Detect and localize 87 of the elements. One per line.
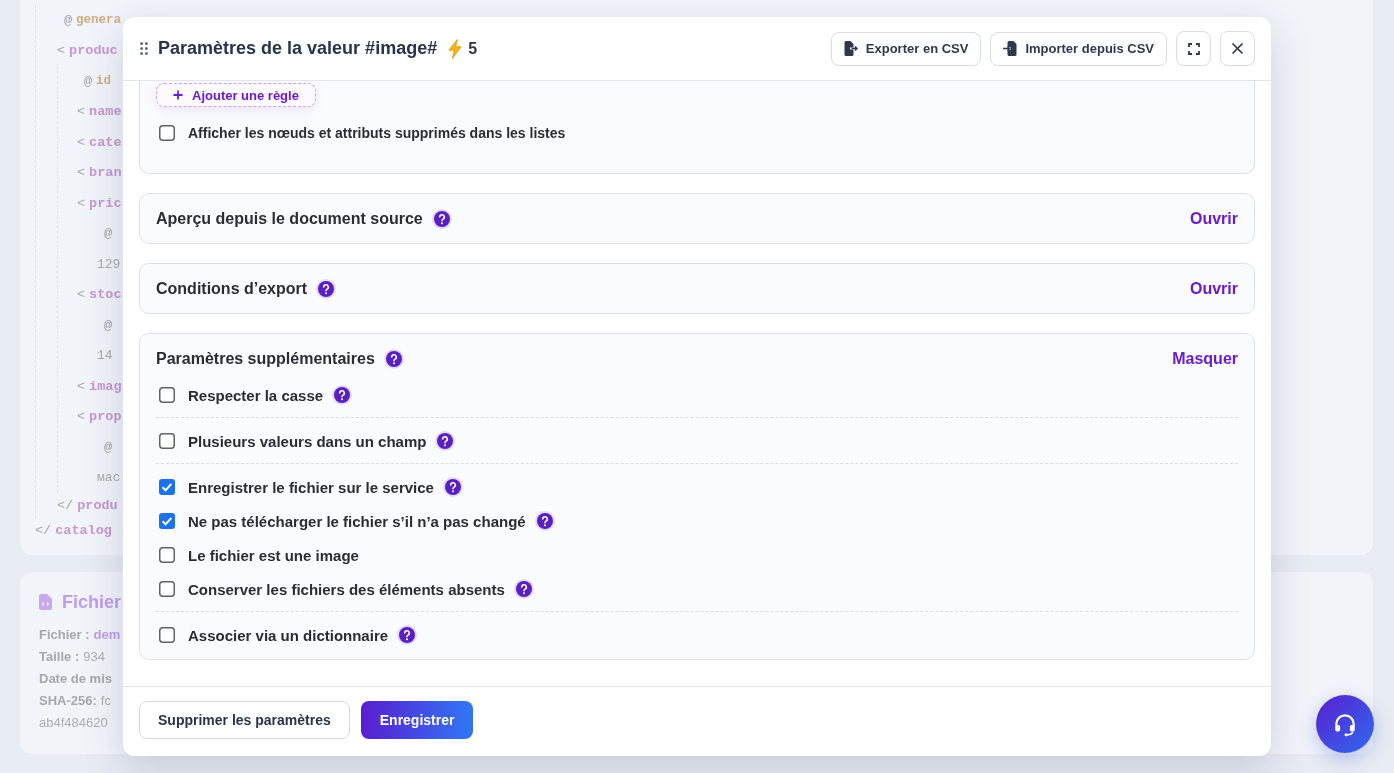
help-icon[interactable] (397, 625, 418, 645)
import-csv-button[interactable]: Importer depuis CSV (990, 31, 1167, 66)
help-icon[interactable] (435, 431, 456, 451)
attribute-name: id (96, 74, 112, 89)
closing-tag-bracket: </ (57, 498, 74, 513)
node-value: мас (97, 470, 121, 486)
checkbox-label: Respecter la casse (188, 386, 324, 404)
export-csv-button[interactable]: Exporter en CSV (830, 31, 982, 66)
checkbox-label: Conserver les fichiers des éléments absents (188, 580, 505, 598)
section-toggle-link[interactable]: Ouvrir (1190, 279, 1238, 298)
tag-name: pric (89, 195, 122, 211)
headset-icon (1332, 711, 1358, 737)
attribute-name: genera (76, 13, 122, 28)
tag-name: prop (89, 409, 122, 425)
drag-handle-icon[interactable] (140, 42, 148, 55)
file-export-icon (843, 41, 858, 56)
count-label: 5 (468, 39, 478, 58)
checkbox-label: Associer via un dictionnaire (188, 626, 389, 644)
closing-tag-name: catalog (55, 523, 112, 538)
tag-name: cate (89, 134, 122, 150)
tag-bracket: < (77, 134, 86, 150)
save-button[interactable]: Enregistrer (360, 701, 474, 739)
file-card-title: Fichier (62, 591, 122, 613)
checkbox[interactable] (159, 627, 175, 643)
section-title: Conditions d’export (156, 279, 308, 298)
checkbox-label: Afficher les nœuds et attributs supprimés dans les listes (188, 125, 566, 141)
tag-name: produc (69, 43, 118, 59)
checkbox-label: Le fichier est une image (188, 546, 359, 564)
checkbox[interactable] (159, 581, 175, 597)
tag-bracket: < (77, 104, 86, 120)
attribute-marker: @ (64, 12, 73, 28)
attribute-marker: @ (104, 439, 113, 455)
help-icon[interactable] (442, 477, 463, 497)
checkbox-label: Ne pas télécharger le fichier s’il n’a pas changé (188, 512, 526, 530)
tag-bracket: < (77, 378, 86, 394)
tag-bracket: < (77, 195, 86, 211)
checkbox[interactable] (159, 479, 175, 495)
help-icon[interactable] (534, 511, 555, 531)
section-toggle-link[interactable]: Ouvrir (1190, 209, 1238, 228)
file-code-icon (39, 594, 52, 610)
file-info-label: Fichier : (39, 626, 90, 644)
close-button[interactable] (1220, 31, 1255, 66)
section-toggle-link[interactable]: Masquer (1172, 350, 1238, 368)
checkbox[interactable] (159, 513, 175, 529)
tag-name: stoc (89, 287, 122, 303)
checkbox-label: Enregistrer le fichier sur le service (188, 478, 434, 496)
tag-bracket: < (77, 165, 86, 181)
file-info-value: 934 (83, 648, 105, 666)
add-rule-button[interactable]: Ajouter une règle (156, 83, 316, 107)
file-info-value: fc (100, 692, 111, 710)
section-title: Aperçu depuis le document source (156, 209, 423, 228)
help-icon[interactable] (316, 278, 337, 299)
section-title: Paramètres supplémentaires (156, 350, 375, 368)
file-info-label: Taille : (39, 648, 80, 666)
file-info-value: ab4f484620 (39, 714, 108, 732)
tag-name: name (89, 104, 122, 120)
attribute-marker: @ (84, 73, 93, 89)
tag-bracket: < (77, 409, 86, 425)
help-icon[interactable] (383, 349, 404, 369)
delete-settings-button[interactable]: Supprimer les paramètres (139, 701, 350, 739)
plus-icon (173, 90, 183, 100)
expand-icon (1187, 42, 1200, 55)
node-value: 14 (97, 348, 113, 364)
closing-tag-name: produ (77, 498, 118, 513)
attribute-marker: @ (104, 317, 113, 333)
fullscreen-button[interactable] (1176, 31, 1211, 66)
checkbox[interactable] (159, 387, 175, 403)
closing-tag-bracket: </ (35, 523, 52, 538)
node-value: 129 (97, 256, 121, 272)
tag-bracket: < (57, 43, 66, 59)
lightning-icon (448, 38, 463, 59)
file-import-icon (1003, 41, 1018, 56)
attribute-marker: @ (104, 226, 113, 242)
dialog-title: Paramètres de la valeur #image# (158, 38, 438, 59)
help-icon[interactable] (431, 208, 452, 229)
tag-bracket: < (77, 287, 86, 303)
file-info-label: Date de mis (39, 670, 112, 688)
file-info-label: SHA-256: (39, 692, 97, 710)
tag-name: imag (89, 378, 122, 394)
checkbox-label: Plusieurs valeurs dans un champ (188, 432, 427, 450)
checkbox[interactable] (159, 547, 175, 563)
help-icon[interactable] (332, 385, 353, 405)
tag-name: bran (89, 165, 122, 181)
help-icon[interactable] (513, 579, 534, 599)
checkbox[interactable] (159, 125, 175, 141)
checkbox[interactable] (159, 433, 175, 449)
close-icon (1232, 43, 1243, 54)
